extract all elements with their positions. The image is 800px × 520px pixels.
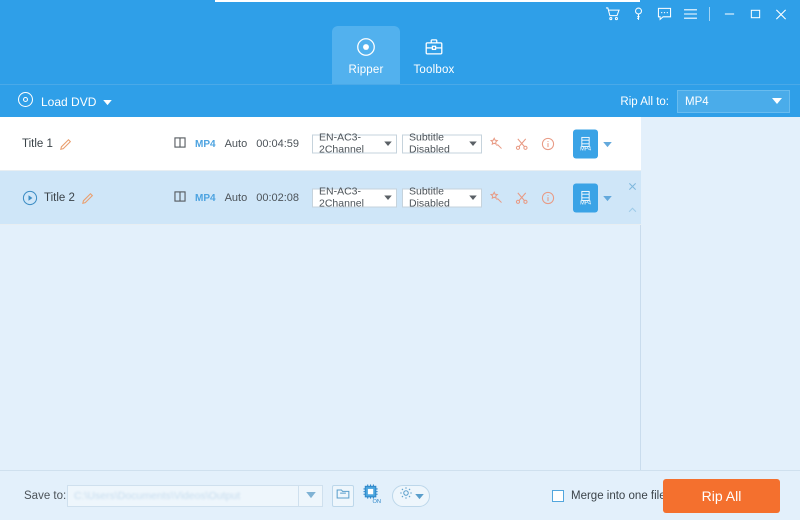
gpu-acceleration-icon: ON [361,483,382,509]
play-icon[interactable] [22,190,38,206]
key-icon[interactable] [625,1,651,27]
audio-track-select[interactable]: EN-AC3-2Channel [312,185,397,210]
save-to-label: Save to: [24,489,67,502]
preview-panel [641,117,800,470]
tab-toolbox-label: Toolbox [413,63,455,76]
pencil-icon[interactable] [81,191,95,205]
svg-text:ON: ON [372,499,381,504]
output-format-label: MP4 [580,146,591,153]
merge-into-one-file-checkbox[interactable]: Merge into one file [552,489,666,502]
folder-icon [336,487,350,505]
disc-icon [355,35,377,59]
audio-track-select[interactable]: EN-AC3-2Channel [312,131,397,156]
chevron-down-icon [384,138,392,150]
rip-all-to-select[interactable]: MP4 [677,90,790,113]
action-toolbar: Load DVD Rip All to: MP4 [0,84,800,117]
chevron-down-icon [469,192,477,204]
gpu-acceleration-button[interactable]: ON [360,483,382,509]
table-row[interactable]: Title 1 MP4 Auto 00:04:59 EN-AC3-2Channe… [0,117,641,171]
save-to-input[interactable]: C:\Users\Documents\Videos\Output [67,484,323,507]
chevron-up-icon[interactable] [628,200,637,218]
info-icon[interactable] [540,137,555,152]
bottom-bar: Save to: C:\Users\Documents\Videos\Outpu… [0,470,800,520]
cut-icon[interactable] [514,137,529,152]
main-tabs: Ripper Toolbox [0,26,800,84]
disc-icon [17,91,34,113]
rip-all-to-label: Rip All to: [620,95,669,108]
table-row[interactable]: Title 2 MP4 Auto 00:02:08 EN-AC3-2Channe… [0,171,641,225]
pencil-icon[interactable] [59,137,73,151]
audio-track-value: EN-AC3-2Channel [319,185,364,210]
window-controls [599,0,794,28]
output-format-button[interactable]: MP4 [573,183,598,212]
row-title-zone: Title 2 [0,171,170,225]
chevron-down-icon[interactable] [298,485,322,506]
row-quality: Auto [224,192,248,204]
row-title: Title 1 [22,138,53,150]
subtitle-select[interactable]: Subtitle Disabled [402,131,482,156]
row-quality: Auto [224,138,248,150]
chevron-down-icon [384,192,392,204]
rip-all-button[interactable]: Rip All [663,478,780,513]
chevron-down-icon [772,96,782,108]
effects-icon[interactable] [488,191,503,206]
row-tools [488,171,555,225]
feedback-icon[interactable] [651,1,677,27]
tab-ripper-label: Ripper [348,63,384,76]
rip-all-to-group: Rip All to: MP4 [620,90,790,113]
settings-button[interactable] [392,484,430,507]
close-icon[interactable] [628,178,637,196]
audio-track-value: EN-AC3-2Channel [319,131,364,156]
tab-ripper[interactable]: Ripper [332,26,400,84]
divider [709,7,710,21]
load-dvd-label: Load DVD [41,94,97,109]
row-edge-controls [628,178,637,218]
close-button[interactable] [768,1,794,27]
row-source-format: MP4 [195,192,216,204]
row-title: Title 2 [44,192,75,204]
rip-all-to-value: MP4 [685,95,709,108]
film-icon [580,189,591,202]
window-top-edge [215,0,640,2]
info-icon[interactable] [540,191,555,206]
film-icon [580,135,591,148]
checkbox-box [552,489,564,502]
merge-label: Merge into one file [571,489,666,502]
row-tools [488,117,555,171]
maximize-button[interactable] [742,1,768,27]
menu-icon[interactable] [677,1,703,27]
effects-icon[interactable] [488,137,503,152]
subtitle-value: Subtitle Disabled [409,131,450,156]
row-source-format: MP4 [195,138,216,150]
output-format-button[interactable]: MP4 [573,129,598,158]
browse-folder-button[interactable] [332,484,354,507]
cut-icon[interactable] [514,191,529,206]
save-to-value: C:\Users\Documents\Videos\Output [74,489,241,502]
app-window: Ripper Toolbox Load DVD Rip All to: MP4 … [0,0,800,520]
cart-icon[interactable] [599,1,625,27]
video-track-icon [174,191,186,205]
load-dvd-button[interactable]: Load DVD [17,85,113,118]
output-format-label: MP4 [580,200,591,207]
title-bar: Ripper Toolbox [0,0,800,84]
chevron-down-icon [414,487,424,505]
rip-all-button-label: Rip All [701,487,742,504]
toolbox-icon [423,35,445,59]
title-list: Title 1 MP4 Auto 00:04:59 EN-AC3-2Channe… [0,117,641,470]
chevron-down-icon [469,138,477,150]
video-track-icon [174,137,186,151]
gear-icon [399,486,413,505]
chevron-down-icon[interactable] [603,135,612,153]
chevron-down-icon[interactable] [603,189,612,207]
minimize-button[interactable] [716,1,742,27]
row-title-zone: Title 1 [0,117,170,171]
row-duration: 00:04:59 [256,138,300,150]
tab-toolbox[interactable]: Toolbox [400,26,468,84]
row-meta: MP4 Auto 00:02:08 [174,171,299,225]
subtitle-select[interactable]: Subtitle Disabled [402,185,482,210]
row-duration: 00:02:08 [256,192,300,204]
chevron-down-icon [103,93,113,111]
subtitle-value: Subtitle Disabled [409,185,450,210]
row-meta: MP4 Auto 00:04:59 [174,117,299,171]
